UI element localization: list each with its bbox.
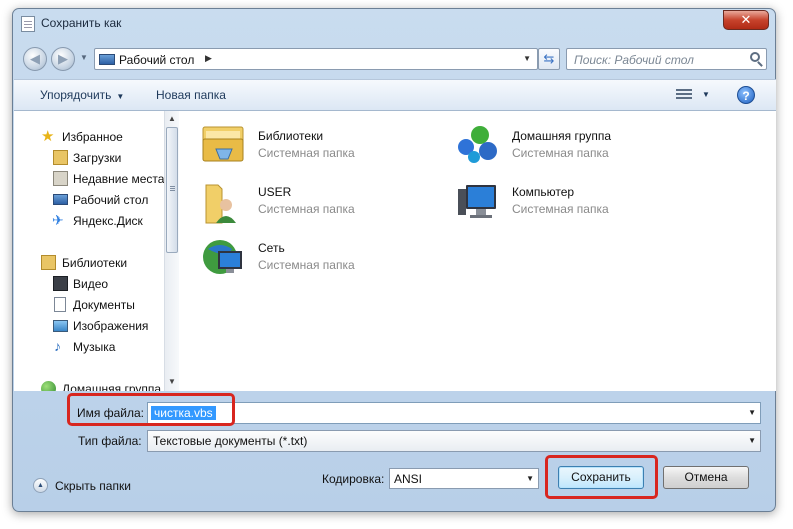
encoding-value: ANSI [394,472,423,486]
file-item-user[interactable]: USER Системная папка [200,177,440,227]
window-title: Сохранить как [41,16,122,30]
address-text[interactable]: Рабочий стол [119,53,194,67]
file-type: Системная папка [512,202,609,216]
file-name: Библиотеки [258,129,324,143]
navigation-pane: ★ Избранное Загрузки Недавние места Рабо… [14,111,164,391]
back-button[interactable]: ◀ [23,47,47,71]
file-item-network[interactable]: Сеть Системная папка [200,233,440,283]
yandex-disk-icon: ✈ [52,212,64,228]
view-options-icon[interactable] [676,88,692,102]
file-type: Системная папка [258,258,355,272]
search-input[interactable]: Поиск: Рабочий стол [566,48,767,70]
encoding-select[interactable]: ANSI ▼ [389,468,539,489]
file-list: Библиотеки Системная папка Домашняя груп… [180,111,776,391]
title-bar: Сохранить как ✕ [13,9,775,39]
hide-folders-label: Скрыть папки [55,479,131,493]
file-name: Сеть [258,241,285,255]
filetype-value: Текстовые документы (*.txt) [153,434,308,448]
encoding-label: Кодировка: [322,472,385,486]
documents-icon [54,297,66,312]
filename-input[interactable]: чистка.vbs ▼ [147,402,761,424]
breadcrumb-arrow-icon[interactable]: ▶ [205,53,212,64]
file-item-homegroup[interactable]: Домашняя группа Системная папка [454,121,694,171]
sidebar-item-label: Загрузки [73,151,122,165]
video-icon [53,276,68,291]
scroll-down-icon[interactable]: ▼ [168,377,176,386]
chevron-down-icon: ▼ [116,92,125,101]
organize-menu[interactable]: Упорядочить ▼ [40,88,124,102]
libraries-icon [202,126,244,162]
address-bar[interactable]: Рабочий стол ▶ ▼ [94,48,538,70]
organize-label: Упорядочить [40,88,112,102]
star-icon: ★ [41,128,55,145]
file-name: Домашняя группа [512,129,612,143]
file-item-libraries[interactable]: Библиотеки Системная папка [200,121,440,171]
sidebar-item-label: Домашняя группа [62,382,162,391]
encoding-dropdown-icon[interactable]: ▼ [526,474,534,483]
desktop-icon [53,194,68,205]
file-type: Системная папка [512,146,609,160]
sidebar-item-label: Яндекс.Диск [73,214,143,228]
downloads-folder-icon [53,150,68,165]
computer-icon [458,185,496,218]
file-type: Системная папка [258,202,355,216]
content-area: ★ Избранное Загрузки Недавние места Рабо… [14,111,776,391]
music-icon: ♪ [54,338,61,354]
file-name: Компьютер [512,185,575,199]
scrollbar-thumb[interactable] [166,127,178,253]
chevron-up-icon: ▲ [33,478,48,493]
view-dropdown-icon[interactable]: ▼ [702,90,710,99]
sidebar-item-label: Библиотеки [62,256,128,270]
sidebar-item-label: Документы [73,298,135,312]
sidebar-item-label: Видео [73,277,109,291]
network-icon [203,240,242,274]
file-name: USER [258,185,292,199]
filetype-dropdown-icon[interactable]: ▼ [748,436,756,445]
filename-highlight [67,393,235,426]
filename-dropdown-icon[interactable]: ▼ [748,408,756,417]
pictures-icon [53,320,68,332]
homegroup-icon [458,126,497,163]
sidebar-scrollbar[interactable]: ▲ ▼ [164,111,179,391]
navigation-bar: ◀ ▶ ▼ Рабочий стол ▶ ▼ ⇆ Поиск: Рабочий … [13,43,775,73]
sidebar-item-label: Недавние места [73,172,164,186]
save-form: Имя файла: чистка.vbs ▼ Тип файла: Текст… [13,391,775,511]
close-button[interactable]: ✕ [723,10,769,30]
command-toolbar: Упорядочить ▼ Новая папка ▼ ? [14,79,776,111]
sidebar-item-label: Музыка [73,340,116,354]
sidebar-item-label: Рабочий стол [73,193,149,207]
refresh-button[interactable]: ⇆ [538,48,560,70]
history-dropdown-icon[interactable]: ▼ [80,53,88,62]
recent-places-icon [53,171,68,186]
filetype-select[interactable]: Текстовые документы (*.txt) ▼ [147,430,761,452]
cancel-button[interactable]: Отмена [663,466,749,489]
homegroup-icon [41,381,56,391]
save-as-dialog: Сохранить как ✕ ◀ ▶ ▼ Рабочий стол ▶ ▼ ⇆… [12,8,776,512]
save-highlight [545,455,658,499]
search-icon[interactable] [750,52,760,62]
forward-button[interactable]: ▶ [51,47,75,71]
libraries-folder-icon [41,255,56,270]
new-folder-button[interactable]: Новая папка [156,88,226,102]
notepad-icon [21,16,35,32]
sidebar-item-label: Избранное [62,130,123,144]
help-icon[interactable]: ? [737,86,755,104]
file-item-computer[interactable]: Компьютер Системная папка [454,177,694,227]
search-placeholder: Поиск: Рабочий стол [574,53,694,67]
user-folder-icon [205,184,236,224]
filetype-label: Тип файла: [78,434,142,448]
desktop-icon [99,54,115,65]
scroll-up-icon[interactable]: ▲ [168,114,176,123]
sidebar-item-label: Изображения [73,319,149,333]
address-dropdown-icon[interactable]: ▼ [523,54,531,63]
file-type: Системная папка [258,146,355,160]
